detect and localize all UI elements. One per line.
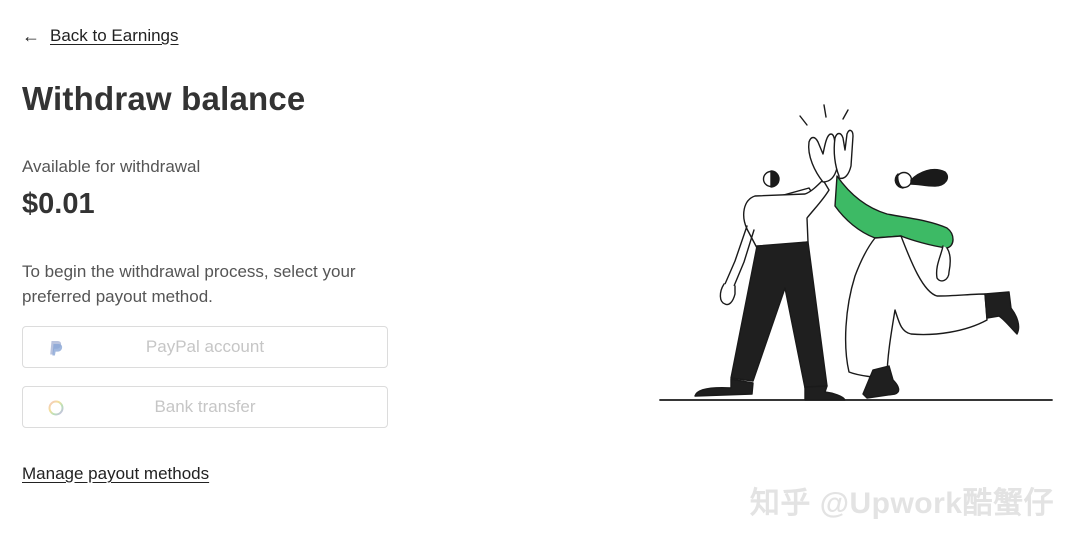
arrow-left-icon: ← — [22, 26, 40, 46]
available-label: Available for withdrawal — [22, 157, 201, 176]
paypal-label: PayPal account — [145, 337, 265, 356]
bank-transfer-label: Bank transfer — [154, 397, 256, 416]
motion-line-1 — [799, 115, 808, 126]
bank-transfer-button[interactable]: Bank transfer — [22, 386, 388, 428]
motion-line-2 — [823, 104, 827, 118]
bank-ring-icon — [48, 400, 64, 416]
balance-amount: $0.01 — [22, 188, 95, 220]
manage-payout-methods-link[interactable]: Manage payout methods — [22, 464, 209, 484]
woman-figure — [833, 129, 1020, 399]
high-five-illustration — [659, 104, 1053, 401]
motion-line-3 — [842, 109, 849, 120]
man-figure — [694, 133, 846, 401]
back-link-label: Back to Earnings — [50, 26, 179, 45]
page-title: Withdraw balance — [22, 80, 306, 117]
back-to-earnings-link[interactable]: ← Back to Earnings — [22, 26, 179, 46]
paypal-icon — [50, 341, 63, 356]
watermark-text: 知乎 @Upwork酷蟹仔 — [749, 487, 1054, 520]
instructions-text: To begin the withdrawal process, select … — [22, 262, 356, 306]
paypal-account-button[interactable]: PayPal account — [22, 326, 388, 368]
